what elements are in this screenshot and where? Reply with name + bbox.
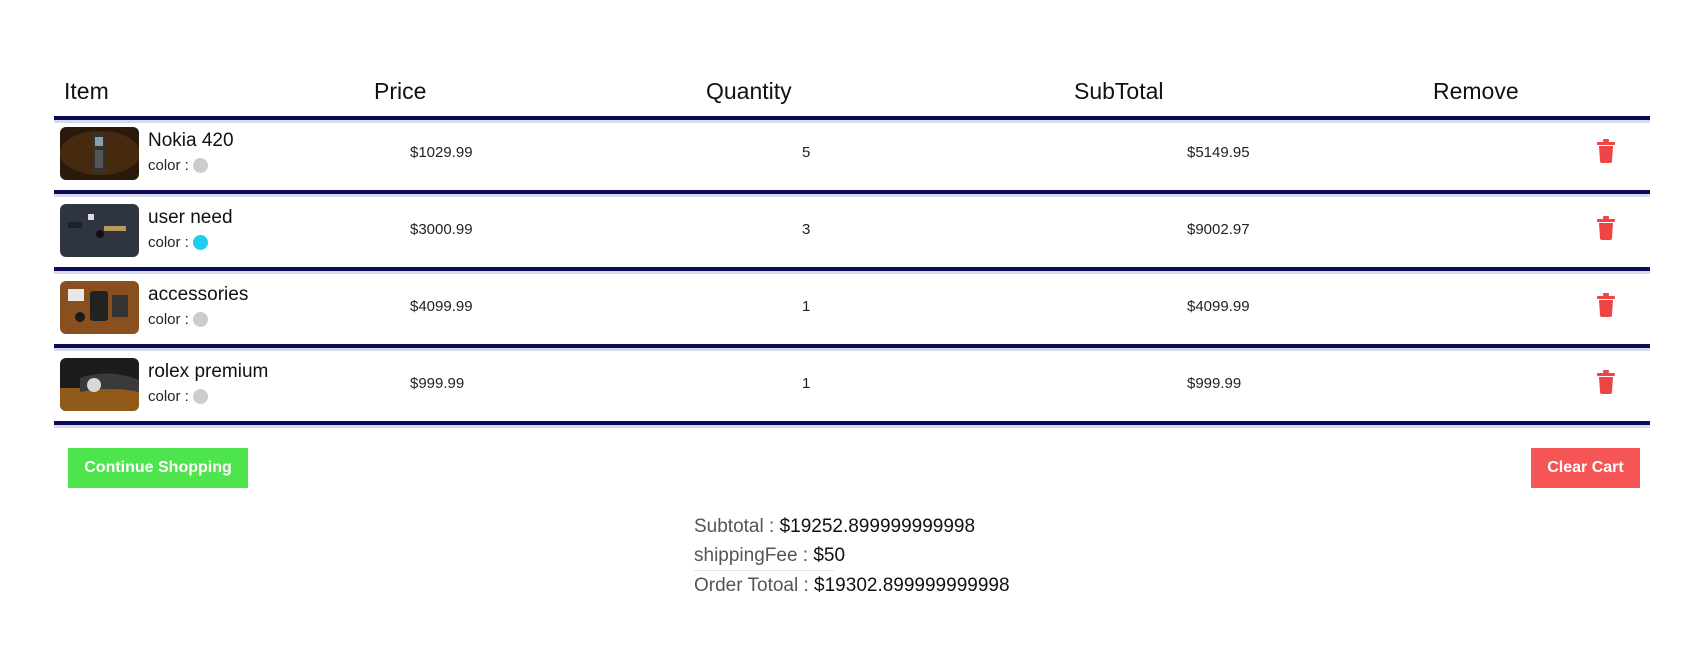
shipping-line: shippingFee : $50 <box>694 541 1010 570</box>
shipping-label: shippingFee : <box>694 545 809 566</box>
item-price: $999.99 <box>410 375 465 392</box>
item-color: color : <box>148 234 208 251</box>
trash-icon[interactable] <box>1596 216 1616 240</box>
row-divider <box>54 421 1650 428</box>
trash-icon[interactable] <box>1596 139 1616 163</box>
item-quantity: 5 <box>802 144 811 161</box>
cart-row: user need color : $3000.99 3 $9002.97 <box>54 193 1650 267</box>
trash-icon[interactable] <box>1596 293 1616 317</box>
continue-shopping-button[interactable]: Continue Shopping <box>68 448 248 488</box>
item-price: $1029.99 <box>410 144 473 161</box>
product-thumbnail <box>60 281 139 334</box>
product-thumbnail <box>60 127 139 180</box>
color-label: color : <box>148 157 189 174</box>
item-color: color : <box>148 311 208 328</box>
subtotal-line: Subtotal : $19252.899999999998 <box>694 512 1010 541</box>
color-swatch <box>192 235 208 250</box>
color-label: color : <box>148 311 189 328</box>
item-subtotal: $5149.95 <box>1187 144 1250 161</box>
color-label: color : <box>148 234 189 251</box>
item-price: $4099.99 <box>410 298 473 315</box>
color-swatch <box>192 389 208 404</box>
color-label: color : <box>148 388 189 405</box>
product-thumbnail <box>60 358 139 411</box>
order-summary: Subtotal : $19252.899999999998 shippingF… <box>694 512 1010 600</box>
item-color: color : <box>148 157 208 174</box>
header-quantity: Quantity <box>706 78 792 104</box>
item-name: rolex premium <box>148 361 269 382</box>
item-subtotal: $999.99 <box>1187 375 1242 392</box>
order-total-line: Order Totoal : $19302.899999999998 <box>694 571 1010 600</box>
header-remove: Remove <box>1433 78 1519 104</box>
item-subtotal: $9002.97 <box>1187 221 1250 238</box>
item-quantity: 1 <box>802 375 811 392</box>
header-price: Price <box>374 78 427 104</box>
header-subtotal: SubTotal <box>1074 78 1164 104</box>
header-item: Item <box>64 78 109 104</box>
item-price: $3000.99 <box>410 221 473 238</box>
item-name: accessories <box>148 284 249 305</box>
item-quantity: 1 <box>802 298 811 315</box>
product-thumbnail <box>60 204 139 257</box>
clear-cart-button[interactable]: Clear Cart <box>1531 448 1640 488</box>
subtotal-value: $19252.899999999998 <box>779 516 976 537</box>
item-quantity: 3 <box>802 221 811 238</box>
cart-header: Item Price Quantity SubTotal Remove <box>54 78 1650 116</box>
trash-icon[interactable] <box>1596 370 1616 394</box>
item-name: user need <box>148 207 233 228</box>
item-name: Nokia 420 <box>148 130 234 151</box>
cart-row: Nokia 420 color : $1029.99 5 $5149.95 <box>54 116 1650 190</box>
order-total-value: $19302.899999999998 <box>814 575 1010 596</box>
cart-row: accessories color : $4099.99 1 $4099.99 <box>54 270 1650 344</box>
order-total-label: Order Totoal : <box>694 575 809 596</box>
color-swatch <box>192 158 208 173</box>
shipping-value: $50 <box>813 545 846 566</box>
subtotal-label: Subtotal : <box>694 516 775 537</box>
item-color: color : <box>148 388 208 405</box>
item-subtotal: $4099.99 <box>1187 298 1250 315</box>
color-swatch <box>192 312 208 327</box>
cart-row: rolex premium color : $999.99 1 $999.99 <box>54 347 1650 421</box>
